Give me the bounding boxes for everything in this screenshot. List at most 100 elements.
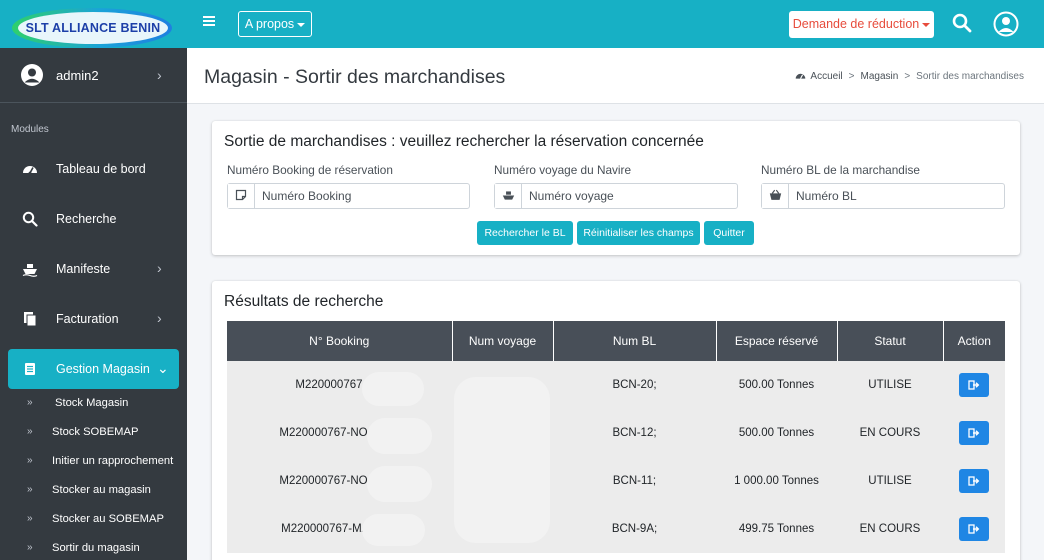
search-icon[interactable] bbox=[952, 13, 972, 33]
sidebar-subitem-stock-magasin[interactable]: » Stock Magasin bbox=[0, 393, 187, 417]
ship-icon bbox=[22, 264, 38, 277]
redaction-blur bbox=[454, 377, 550, 543]
top-navbar: SLT ALLIANCE BENIN A propos Demande de r… bbox=[0, 0, 1044, 48]
sidebar-user-name: admin2 bbox=[56, 68, 99, 83]
results-table: N° Booking Num voyage Num BL Espace rése… bbox=[227, 321, 1005, 553]
table-row: M220000767-NO BCN-20; 500.00 Tonnes UTIL… bbox=[227, 361, 1005, 409]
action-cell bbox=[943, 505, 1005, 553]
sidebar-subitem-stocker-sobemap[interactable]: » Stocker au SOBEMAP bbox=[0, 509, 187, 533]
dashboard-icon bbox=[796, 73, 806, 79]
bl-cell: BCN-12; bbox=[553, 409, 716, 457]
bl-input[interactable] bbox=[792, 184, 997, 208]
column-header: Num BL bbox=[553, 321, 717, 361]
dashboard-icon bbox=[23, 166, 37, 175]
espace-cell: 500.00 Tonnes bbox=[716, 361, 837, 409]
sign-out-icon bbox=[968, 380, 980, 390]
espace-cell: 1 000.00 Tonnes bbox=[716, 457, 837, 505]
sortir-button[interactable] bbox=[959, 517, 989, 541]
search-icon bbox=[22, 211, 38, 227]
results-card-title: Résultats de recherche bbox=[224, 293, 384, 310]
chevron-down-icon: ⌄ bbox=[157, 360, 169, 376]
espace-cell: 500.00 Tonnes bbox=[716, 409, 837, 457]
page-title: Magasin - Sortir des marchandises bbox=[204, 66, 506, 88]
booking-input[interactable] bbox=[258, 184, 463, 208]
sidebar-item-tableau-de-bord[interactable]: Tableau de bord bbox=[8, 149, 179, 189]
breadcrumb-accueil[interactable]: Accueil bbox=[810, 71, 842, 82]
sidebar-item-label: Recherche bbox=[56, 212, 117, 226]
content-header: Magasin - Sortir des marchandises Accuei… bbox=[187, 48, 1044, 104]
voyage-label: Numéro voyage du Navire bbox=[494, 163, 632, 177]
double-chevron-icon: » bbox=[27, 542, 33, 553]
bl-cell: BCN-20; bbox=[553, 361, 716, 409]
basket-icon bbox=[762, 184, 789, 208]
breadcrumb: Accueil > Magasin > Sortir des marchandises bbox=[795, 71, 1024, 82]
redaction-blur bbox=[367, 466, 432, 502]
sign-out-icon bbox=[968, 524, 980, 534]
demande-label: Demande de réduction bbox=[792, 17, 920, 31]
breadcrumb-current: Sortir des marchandises bbox=[916, 71, 1024, 82]
chevron-right-icon: › bbox=[157, 260, 162, 276]
bl-input-group bbox=[761, 183, 1005, 209]
demande-reduction-dropdown[interactable]: Demande de réduction bbox=[789, 11, 934, 38]
caret-down-icon bbox=[297, 22, 306, 27]
sign-out-icon bbox=[968, 428, 980, 438]
sidebar-subitem-label: Stocker au SOBEMAP bbox=[52, 513, 164, 525]
sidebar-item-manifeste[interactable]: Manifeste › bbox=[8, 249, 179, 289]
apropos-label: A propos bbox=[244, 17, 295, 31]
brand-logo[interactable]: SLT ALLIANCE BENIN bbox=[0, 0, 187, 48]
note-icon bbox=[228, 184, 255, 208]
sidebar-subitem-label: Sortir du magasin bbox=[52, 542, 140, 554]
sortir-button[interactable] bbox=[959, 469, 989, 493]
sidebar-subitem-sortir-magasin[interactable]: » Sortir du magasin bbox=[0, 538, 187, 560]
sidebar: admin2 › Modules Tableau de bord Recherc… bbox=[0, 48, 187, 560]
modules-heading: Modules bbox=[11, 124, 49, 135]
sortir-button[interactable] bbox=[959, 373, 989, 397]
sign-out-icon bbox=[968, 476, 980, 486]
sidebar-subitem-label: Stock SOBEMAP bbox=[52, 426, 139, 438]
sidebar-item-label: Gestion Magasin bbox=[56, 362, 150, 376]
column-header: Num voyage bbox=[452, 321, 554, 361]
sidebar-subitem-stock-sobemap[interactable]: » Stock SOBEMAP bbox=[0, 422, 187, 446]
sidebar-item-label: Tableau de bord bbox=[56, 162, 146, 176]
sidebar-item-recherche[interactable]: Recherche bbox=[8, 199, 179, 239]
column-header: Action bbox=[943, 321, 1005, 361]
sidebar-item-facturation[interactable]: Facturation › bbox=[8, 299, 179, 339]
menu-toggle-icon[interactable] bbox=[203, 14, 217, 28]
rechercher-bl-button[interactable]: Rechercher le BL bbox=[477, 221, 573, 245]
copy-icon bbox=[24, 312, 37, 327]
table-row: M220000767-MASST I BCN-9A; 499.75 Tonnes… bbox=[227, 505, 1005, 553]
double-chevron-icon: » bbox=[27, 426, 33, 437]
caret-down-icon bbox=[922, 22, 931, 27]
sidebar-subitem-label: Stocker au magasin bbox=[52, 484, 151, 496]
sidebar-item-gestion-magasin[interactable]: Gestion Magasin ⌄ bbox=[8, 349, 179, 389]
user-circle-icon bbox=[21, 64, 43, 86]
sidebar-user[interactable]: admin2 › bbox=[0, 48, 187, 103]
redaction-blur bbox=[362, 514, 425, 546]
statut-cell: EN COURS bbox=[837, 409, 943, 457]
sortir-button[interactable] bbox=[959, 421, 989, 445]
bl-label: Numéro BL de la marchandise bbox=[761, 163, 920, 177]
table-header-row: N° Booking Num voyage Num BL Espace rése… bbox=[227, 321, 1005, 361]
sidebar-subitem-stocker-magasin[interactable]: » Stocker au magasin bbox=[0, 480, 187, 504]
breadcrumb-magasin[interactable]: Magasin bbox=[861, 71, 899, 82]
bl-cell: BCN-11; bbox=[553, 457, 716, 505]
booking-label: Numéro Booking de réservation bbox=[227, 163, 393, 177]
double-chevron-icon: » bbox=[27, 455, 33, 466]
sidebar-item-label: Manifeste bbox=[56, 262, 111, 276]
double-chevron-icon: » bbox=[27, 484, 33, 495]
apropos-dropdown[interactable]: A propos bbox=[238, 11, 312, 37]
sidebar-subitem-initier-rapprochement[interactable]: » Initier un rapprochement bbox=[0, 451, 187, 475]
chevron-right-icon: › bbox=[157, 67, 162, 83]
reinitialiser-button[interactable]: Réinitialiser les champs bbox=[577, 221, 700, 245]
user-circle-icon[interactable] bbox=[993, 11, 1019, 37]
results-card: Résultats de recherche N° Booking Num vo… bbox=[212, 281, 1020, 560]
double-chevron-icon: » bbox=[27, 513, 33, 524]
quitter-button[interactable]: Quitter bbox=[704, 221, 754, 245]
table-row: M220000767-NO MARI BCN-11; 1 000.00 Tonn… bbox=[227, 457, 1005, 505]
sidebar-subitem-label: Initier un rapprochement bbox=[52, 455, 174, 467]
breadcrumb-separator: > bbox=[848, 71, 855, 82]
column-header: Statut bbox=[837, 321, 944, 361]
column-header: N° Booking bbox=[227, 321, 453, 361]
double-chevron-icon: » bbox=[27, 397, 33, 408]
voyage-input[interactable] bbox=[525, 184, 730, 208]
